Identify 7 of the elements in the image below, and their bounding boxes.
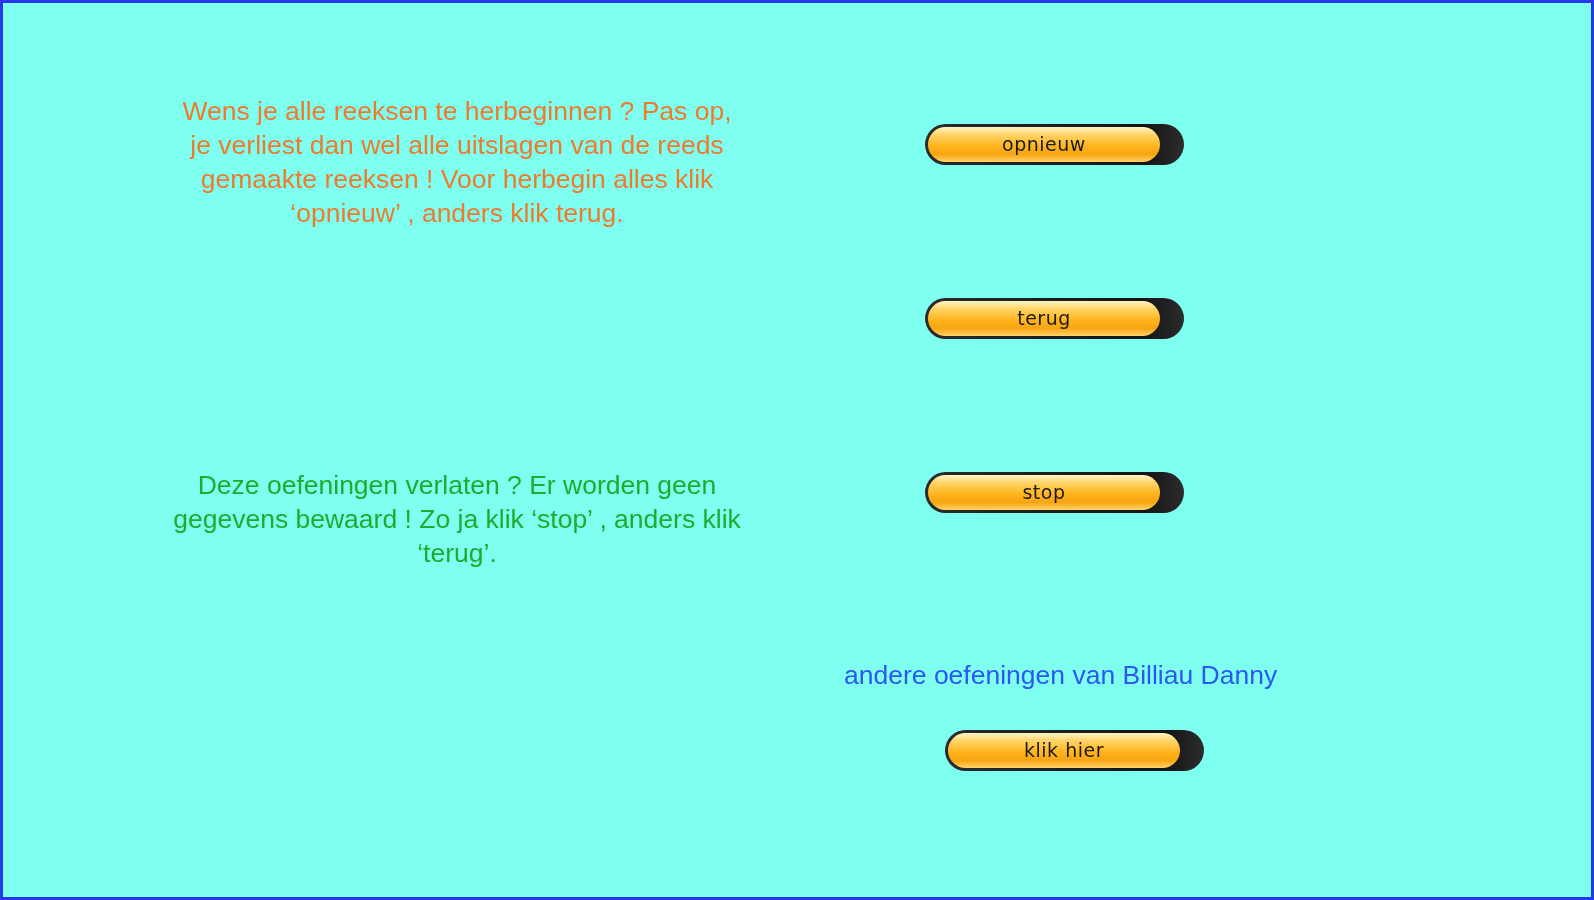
exit-warning-text: Deze oefeningen verlaten ? Er worden geen gegevens bewaard ! Zo ja klik ‘stop’ , anders klik ‘terug’. [172,469,742,570]
other-exercises-text: andere oefeningen van Billiau Danny [844,660,1278,690]
click-here-button[interactable]: klik hier [945,730,1204,771]
restart-warning-text: Wens je alle reeksen te herbeginnen ? Pas op, je verliest dan wel alle uitslagen van de reeds gemaakte reeksen ! Voor herbegin alles klik ‘opnieuw’ , anders klik terug. [181,95,733,230]
restart-button[interactable]: opnieuw [925,124,1184,165]
stop-button[interactable]: stop [925,472,1184,513]
back-button[interactable]: terug [925,298,1184,339]
